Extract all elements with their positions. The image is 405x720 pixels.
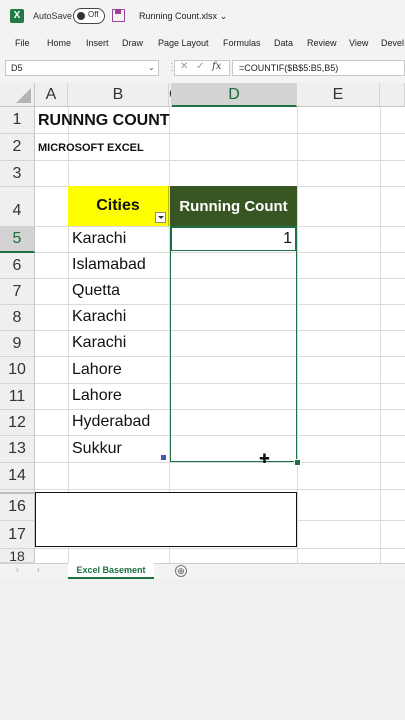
cell-b11[interactable]: Lahore: [72, 387, 122, 405]
gridline: [297, 107, 298, 563]
cell-b8[interactable]: Karachi: [72, 308, 126, 326]
bordered-cell-range[interactable]: [35, 492, 297, 547]
cell-b12[interactable]: Hyderabad: [72, 413, 150, 431]
tab-data[interactable]: Data: [274, 38, 293, 48]
cell-b9[interactable]: Karachi: [72, 334, 126, 352]
row-header-5[interactable]: 5: [0, 227, 35, 253]
row-header-18[interactable]: 18: [0, 549, 35, 563]
toggle-knob-icon: [77, 12, 85, 20]
add-sheet-icon[interactable]: ⊕: [175, 565, 187, 577]
tab-formulas[interactable]: Formulas: [223, 38, 261, 48]
file-name: Running Count.xlsx: [139, 11, 218, 21]
gridline: [380, 107, 381, 563]
gridline: [35, 160, 405, 161]
cell-d4-header[interactable]: Running Count: [170, 186, 297, 226]
table-resize-handle-icon[interactable]: [161, 455, 166, 460]
tab-developer[interactable]: Devel: [381, 38, 404, 48]
chevron-down-icon: ⌄: [219, 11, 228, 21]
row-header-11[interactable]: 11: [0, 384, 35, 410]
tab-page-layout[interactable]: Page Layout: [158, 38, 209, 48]
cell-b13[interactable]: Sukkur: [72, 440, 122, 458]
row-header-13[interactable]: 13: [0, 436, 35, 463]
name-box-dropdown-icon[interactable]: ⌄: [148, 60, 155, 76]
column-header-f[interactable]: [380, 83, 405, 107]
tab-view[interactable]: View: [349, 38, 368, 48]
row-header-12[interactable]: 12: [0, 410, 35, 436]
row-header-16[interactable]: 16: [0, 494, 35, 521]
row-header-4[interactable]: 4: [0, 187, 35, 227]
formula-input[interactable]: =COUNTIF($B$5:B5,B5): [232, 60, 405, 76]
row-header-9[interactable]: 9: [0, 331, 35, 357]
row-header-1[interactable]: 1: [0, 107, 35, 134]
row-header-6[interactable]: 6: [0, 253, 35, 279]
running-count-header-label: Running Count: [179, 197, 288, 215]
gridline: [35, 462, 405, 463]
cell-b4-header[interactable]: Cities: [68, 186, 169, 226]
row-header-14[interactable]: 14: [0, 463, 35, 490]
column-header-e[interactable]: E: [297, 83, 380, 107]
cell-b7[interactable]: Quetta: [72, 282, 120, 300]
autosave-state: Off: [88, 10, 99, 19]
sheet-nav-next-icon[interactable]: ›: [37, 565, 40, 574]
row-header-7[interactable]: 7: [0, 279, 35, 305]
blank-area: [0, 579, 405, 720]
row-header-2[interactable]: 2: [0, 134, 35, 161]
save-icon[interactable]: [112, 9, 125, 22]
excel-logo-icon: X: [10, 9, 24, 23]
gridline: [35, 489, 405, 490]
cell-cursor-icon: ✚: [259, 451, 270, 466]
row-header-3[interactable]: 3: [0, 161, 35, 187]
row-header-17[interactable]: 17: [0, 521, 35, 549]
document-title[interactable]: Running Count.xlsx ⌄: [139, 11, 227, 22]
column-header-a[interactable]: A: [35, 83, 68, 107]
sheet-tab-excel-basement[interactable]: Excel Basement: [68, 563, 154, 579]
tab-home[interactable]: Home: [47, 38, 71, 48]
column-header-d[interactable]: D: [172, 83, 297, 107]
cell-b6[interactable]: Islamabad: [72, 256, 146, 274]
autosave-label: AutoSave: [33, 11, 73, 21]
tab-review[interactable]: Review: [307, 38, 337, 48]
row-header-10[interactable]: 10: [0, 357, 35, 384]
cities-header-label: Cities: [96, 197, 140, 214]
enter-icon[interactable]: ✓: [196, 61, 204, 72]
insert-function-icon[interactable]: fx: [212, 61, 221, 72]
selection-range: [170, 226, 297, 462]
gridline: [35, 133, 405, 134]
sheet-nav-prev-icon[interactable]: ‹: [16, 565, 19, 574]
cell-a1-title[interactable]: RUNNNG COUNT: [38, 112, 170, 130]
gridline: [35, 548, 405, 549]
cancel-icon[interactable]: ✕: [180, 61, 188, 72]
autosave-toggle[interactable]: Off: [73, 8, 105, 24]
cell-b5[interactable]: Karachi: [72, 230, 126, 248]
sheet-tab-bar: [0, 563, 405, 580]
row-header-8[interactable]: 8: [0, 305, 35, 331]
column-header-b[interactable]: B: [68, 83, 169, 107]
tab-draw[interactable]: Draw: [122, 38, 143, 48]
tab-file[interactable]: File: [15, 38, 30, 48]
cell-a2-subtitle[interactable]: MICROSOFT EXCEL: [38, 142, 144, 154]
tab-insert[interactable]: Insert: [86, 38, 109, 48]
select-all-icon: [16, 88, 31, 103]
filter-dropdown-icon[interactable]: [155, 212, 166, 223]
fill-handle[interactable]: [294, 459, 301, 466]
name-box[interactable]: D5: [5, 60, 159, 76]
cell-b10[interactable]: Lahore: [72, 361, 122, 379]
active-cell-outline: [171, 227, 296, 251]
